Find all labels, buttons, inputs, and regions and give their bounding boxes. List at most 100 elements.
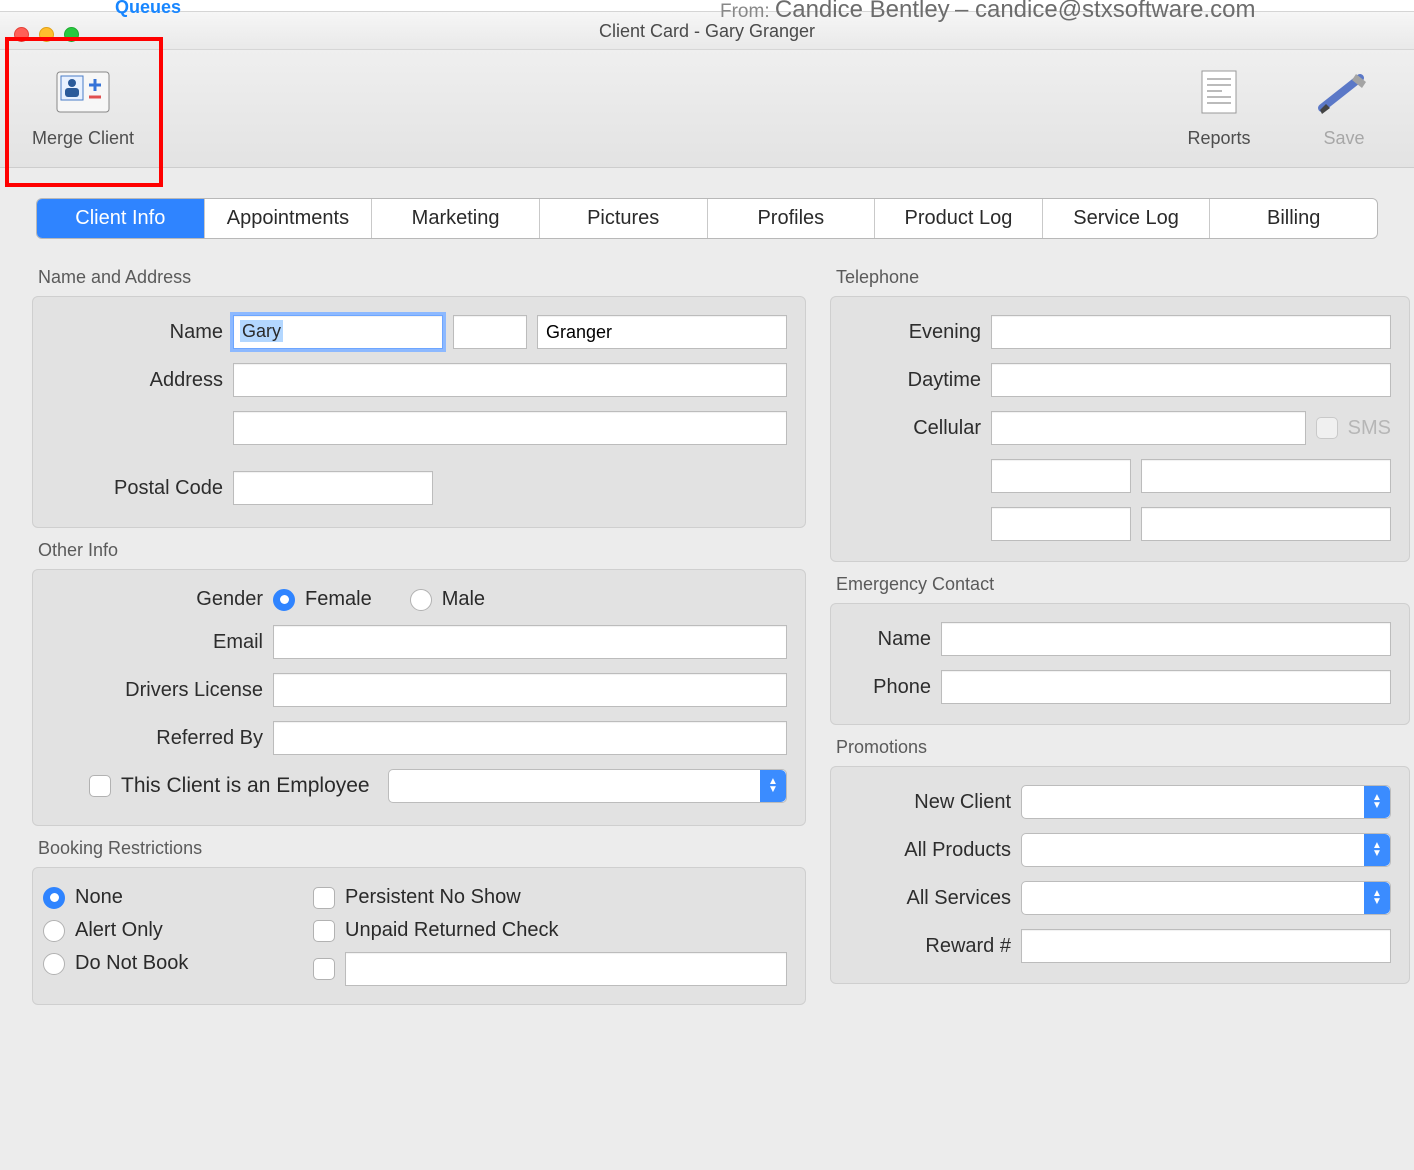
unpaid-checkbox[interactable]	[313, 920, 335, 942]
name-address-title: Name and Address	[38, 267, 806, 288]
tab-profiles[interactable]: Profiles	[708, 199, 876, 238]
all-products-select[interactable]: ▲▼	[1021, 833, 1391, 867]
save-icon	[1304, 62, 1384, 122]
close-window-button[interactable]	[14, 27, 29, 42]
all-products-label: All Products	[841, 839, 1011, 862]
email-input[interactable]	[273, 625, 787, 659]
daytime-input[interactable]	[991, 363, 1391, 397]
booking-other-checkbox[interactable]	[313, 958, 335, 980]
emergency-panel: Name Phone	[830, 603, 1410, 725]
emergency-phone-input[interactable]	[941, 670, 1391, 704]
first-name-input[interactable]	[233, 315, 443, 349]
last-name-input[interactable]	[537, 315, 787, 349]
postal-label: Postal Code	[43, 477, 223, 500]
gender-female-radio[interactable]	[273, 589, 295, 611]
other-info-title: Other Info	[38, 540, 806, 561]
queues-tab: Queues	[115, 0, 181, 18]
address2-input[interactable]	[233, 411, 787, 445]
sms-checkbox[interactable]	[1316, 417, 1338, 439]
cellular-input[interactable]	[991, 411, 1306, 445]
license-label: Drivers License	[43, 679, 263, 702]
from-dash: –	[955, 0, 975, 23]
phone-extra1-label-input[interactable]	[991, 459, 1131, 493]
emergency-name-input[interactable]	[941, 622, 1391, 656]
daytime-label: Daytime	[841, 369, 981, 392]
referred-input[interactable]	[273, 721, 787, 755]
tab-pictures[interactable]: Pictures	[540, 199, 708, 238]
booking-alert-radio[interactable]	[43, 920, 65, 942]
booking-alert-label: Alert Only	[75, 919, 163, 942]
from-label: From:	[720, 1, 770, 22]
background-window-strip: Queues From: Candice Bentley – candice@s…	[0, 0, 1414, 12]
male-label: Male	[442, 588, 485, 611]
merge-client-button[interactable]: Merge Client	[18, 62, 148, 149]
reports-label: Reports	[1174, 128, 1264, 149]
reward-label: Reward #	[841, 935, 1011, 958]
license-input[interactable]	[273, 673, 787, 707]
emergency-name-label: Name	[841, 628, 931, 651]
booking-donot-radio[interactable]	[43, 953, 65, 975]
referred-label: Referred By	[43, 727, 263, 750]
merge-client-label: Merge Client	[18, 128, 148, 149]
unpaid-label: Unpaid Returned Check	[345, 919, 558, 942]
employee-checkbox[interactable]	[89, 775, 111, 797]
promotions-title: Promotions	[836, 737, 1410, 758]
merge-client-icon	[18, 62, 148, 122]
phone-extra2-label-input[interactable]	[991, 507, 1131, 541]
email-label: Email	[43, 631, 263, 654]
tab-appointments[interactable]: Appointments	[205, 199, 373, 238]
emergency-phone-label: Phone	[841, 676, 931, 699]
booking-panel: None Alert Only Do Not Book Persistent N…	[32, 867, 806, 1005]
chevron-updown-icon: ▲▼	[760, 770, 786, 802]
window-traffic-lights	[14, 27, 79, 42]
postal-input[interactable]	[233, 471, 433, 505]
new-client-select[interactable]: ▲▼	[1021, 785, 1391, 819]
other-info-panel: Gender Female Male Email Drivers License…	[32, 569, 806, 826]
evening-input[interactable]	[991, 315, 1391, 349]
phone-extra1-input[interactable]	[1141, 459, 1391, 493]
emergency-title: Emergency Contact	[836, 574, 1410, 595]
tab-billing[interactable]: Billing	[1210, 199, 1377, 238]
name-label: Name	[43, 321, 223, 344]
chevron-updown-icon: ▲▼	[1364, 882, 1390, 914]
booking-other-input[interactable]	[345, 952, 787, 986]
save-button[interactable]: Save	[1304, 62, 1384, 149]
booking-title: Booking Restrictions	[38, 838, 806, 859]
tab-bar: Client Info Appointments Marketing Pictu…	[36, 198, 1378, 239]
promotions-panel: New Client ▲▼ All Products ▲▼ All Services…	[830, 766, 1410, 984]
booking-none-radio[interactable]	[43, 887, 65, 909]
persistent-label: Persistent No Show	[345, 886, 521, 909]
new-client-label: New Client	[841, 791, 1011, 814]
gender-label: Gender	[43, 588, 263, 611]
name-address-panel: Name Gary Address Postal Code	[32, 296, 806, 528]
telephone-panel: Evening Daytime Cellular SMS	[830, 296, 1410, 562]
zoom-window-button[interactable]	[64, 27, 79, 42]
reports-icon	[1174, 62, 1264, 122]
booking-none-label: None	[75, 886, 123, 909]
gender-male-radio[interactable]	[410, 589, 432, 611]
employee-label: This Client is an Employee	[121, 774, 370, 798]
minimize-window-button[interactable]	[39, 27, 54, 42]
employee-select[interactable]: ▲▼	[388, 769, 787, 803]
address1-input[interactable]	[233, 363, 787, 397]
from-line: From: Candice Bentley – candice@stxsoftw…	[720, 0, 1255, 24]
reward-input[interactable]	[1021, 929, 1391, 963]
tab-product-log[interactable]: Product Log	[875, 199, 1043, 238]
reports-button[interactable]: Reports	[1174, 62, 1264, 149]
middle-name-input[interactable]	[453, 315, 527, 349]
tab-service-log[interactable]: Service Log	[1043, 199, 1211, 238]
address-label: Address	[43, 369, 223, 392]
tab-marketing[interactable]: Marketing	[372, 199, 540, 238]
booking-donot-label: Do Not Book	[75, 952, 188, 975]
sms-label: SMS	[1348, 417, 1391, 440]
from-name: Candice Bentley	[775, 0, 950, 23]
evening-label: Evening	[841, 321, 981, 344]
tab-client-info[interactable]: Client Info	[37, 199, 205, 238]
chevron-updown-icon: ▲▼	[1364, 786, 1390, 818]
persistent-checkbox[interactable]	[313, 887, 335, 909]
all-services-select[interactable]: ▲▼	[1021, 881, 1391, 915]
female-label: Female	[305, 588, 372, 611]
phone-extra2-input[interactable]	[1141, 507, 1391, 541]
from-email: candice@stxsoftware.com	[975, 0, 1255, 23]
all-services-label: All Services	[841, 887, 1011, 910]
